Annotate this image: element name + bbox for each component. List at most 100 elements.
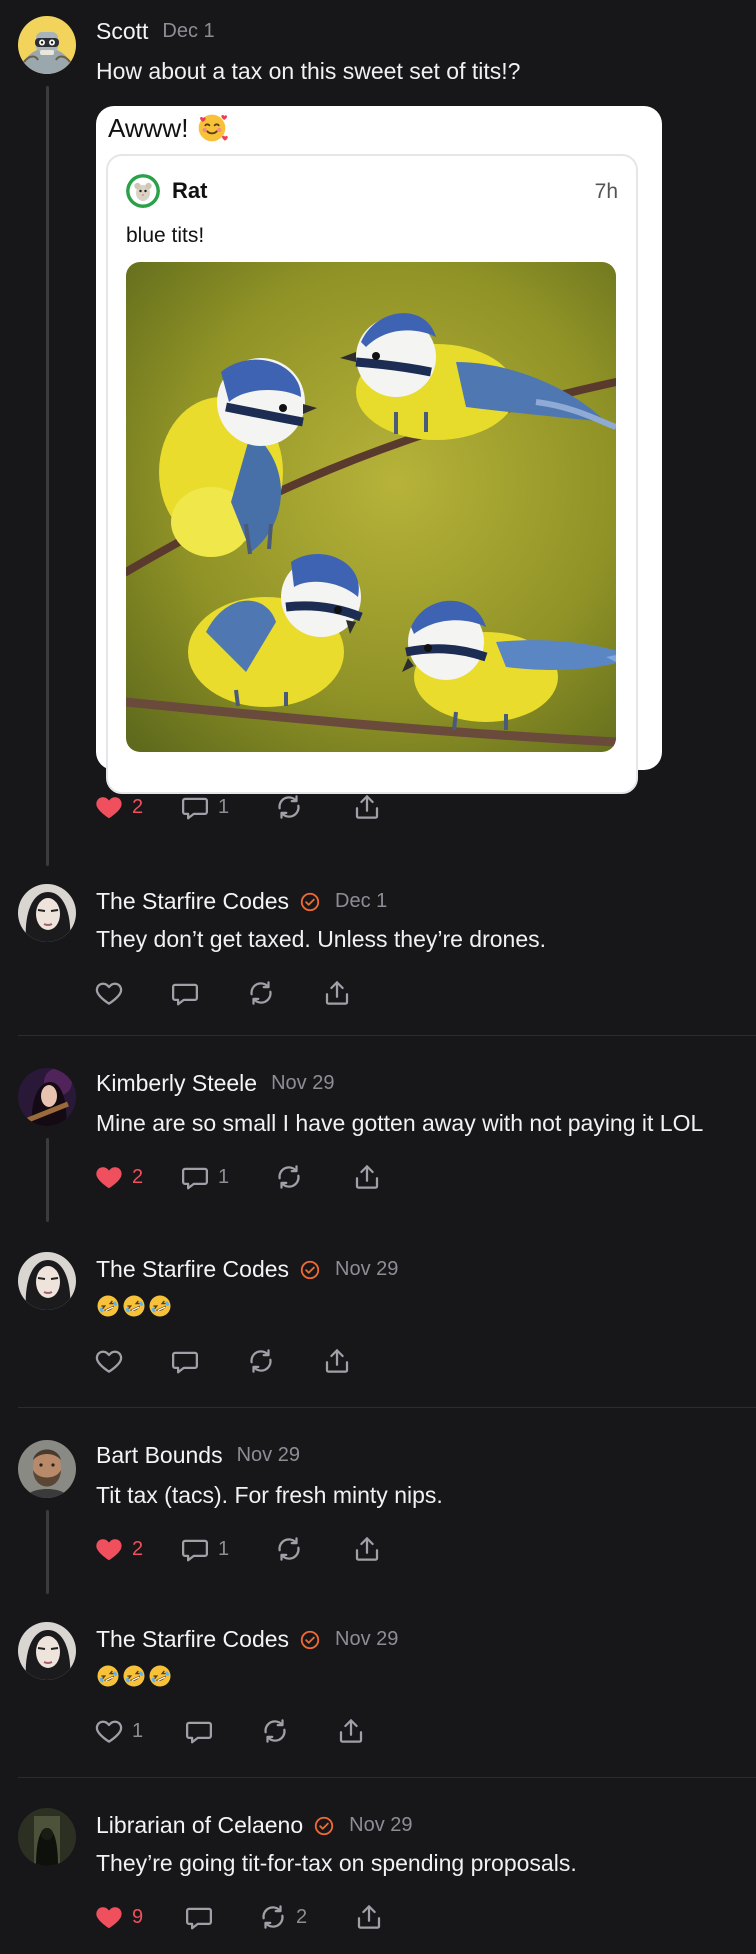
reply-button[interactable]	[184, 1900, 214, 1934]
like-button[interactable]: 2	[94, 790, 143, 824]
share-button[interactable]	[352, 1532, 382, 1566]
avatar-librarian[interactable]	[18, 1808, 76, 1866]
author-name[interactable]: Kimberly Steele	[96, 1070, 257, 1097]
share-button[interactable]	[322, 1344, 352, 1378]
share-upload-icon	[352, 1162, 382, 1192]
post-date[interactable]: Nov 29	[271, 1072, 334, 1095]
like-button[interactable]: 2	[94, 1160, 143, 1194]
like-button[interactable]: 2	[94, 1532, 143, 1566]
comment-bubble-icon	[180, 1162, 210, 1192]
like-button[interactable]	[94, 976, 124, 1010]
repost-arrows-icon	[260, 1716, 290, 1746]
like-count: 2	[132, 795, 144, 818]
repost-button[interactable]	[260, 1714, 290, 1748]
heart-filled-icon	[94, 792, 124, 822]
author-name[interactable]: Bart Bounds	[96, 1442, 223, 1469]
avatar-starfire[interactable]	[18, 1252, 76, 1310]
rolling-on-floor-laughing-icon	[148, 1294, 172, 1318]
author-name[interactable]: The Starfire Codes	[96, 1256, 289, 1283]
post-header: The Starfire Codes Dec 1	[96, 888, 387, 915]
post-text: They don’t get taxed. Unless they’re dro…	[96, 926, 547, 952]
like-button[interactable]: 1	[94, 1714, 143, 1748]
heart-filled-icon	[94, 1162, 124, 1192]
repost-button[interactable]	[274, 1160, 304, 1194]
repost-arrows-icon	[274, 1162, 304, 1192]
author-name[interactable]: Scott	[96, 18, 148, 45]
repost-button[interactable]	[246, 1344, 276, 1378]
post-date[interactable]: Nov 29	[349, 1814, 412, 1837]
heart-icon	[94, 1346, 124, 1376]
share-button[interactable]	[322, 976, 352, 1010]
rolling-on-floor-laughing-icon	[122, 1664, 146, 1688]
comment-bubble-icon	[184, 1716, 214, 1746]
post-date[interactable]: Nov 29	[335, 1258, 398, 1281]
repost-arrows-icon	[246, 1346, 276, 1376]
repost-button[interactable]: 2	[258, 1900, 307, 1934]
like-button[interactable]	[94, 1344, 124, 1378]
post-emoji	[96, 1294, 172, 1324]
thread-line	[46, 1138, 49, 1222]
repost-arrows-icon	[274, 792, 304, 822]
post-header: Librarian of Celaeno Nov 29	[96, 1812, 413, 1839]
like-count: 1	[132, 1719, 144, 1742]
blue-tits-photo	[126, 262, 616, 752]
avatar-starfire[interactable]	[18, 1622, 76, 1680]
avatar-starfire[interactable]	[18, 884, 76, 942]
reply-button[interactable]: 1	[180, 1160, 229, 1194]
rolling-on-floor-laughing-icon	[122, 1294, 146, 1318]
post-header: The Starfire Codes Nov 29	[96, 1256, 398, 1283]
post-scott: Scott Dec 1 How about a tax on this swee…	[0, 0, 756, 870]
share-button[interactable]	[354, 1900, 384, 1934]
post-date[interactable]: Dec 1	[162, 20, 214, 43]
reply-button[interactable]	[170, 1344, 200, 1378]
embedded-post[interactable]: Rat 7h blue tits!	[106, 154, 638, 794]
avatar-rat[interactable]	[126, 174, 160, 208]
share-upload-icon	[352, 1534, 382, 1564]
post-header: Scott Dec 1	[96, 18, 215, 45]
share-button[interactable]	[336, 1714, 366, 1748]
author-name[interactable]: The Starfire Codes	[96, 888, 289, 915]
author-name[interactable]: Librarian of Celaeno	[96, 1812, 303, 1839]
embedded-photo[interactable]	[126, 262, 616, 752]
share-button[interactable]	[352, 1160, 382, 1194]
post-text: Mine are so small I have gotten away wit…	[96, 1110, 704, 1136]
embedded-post-header: Rat	[126, 174, 207, 208]
post-date[interactable]: Dec 1	[335, 890, 387, 913]
reply-count: 1	[218, 1165, 230, 1188]
rolling-on-floor-laughing-emojis	[96, 1664, 172, 1688]
avatar-bart[interactable]	[18, 1440, 76, 1498]
rolling-on-floor-laughing-icon	[148, 1664, 172, 1688]
post-text: Tit tax (tacs). For fresh minty nips.	[96, 1482, 443, 1508]
share-button[interactable]	[352, 790, 382, 824]
quote-card[interactable]: Awww! Rat 7h blue tits!	[96, 106, 662, 794]
author-name[interactable]: The Starfire Codes	[96, 1626, 289, 1653]
robot-avatar-icon	[18, 16, 76, 74]
reply-count: 1	[218, 795, 230, 818]
repost-button[interactable]	[274, 790, 304, 824]
post-starfire-3: The Starfire Codes Nov 29 1	[0, 1594, 756, 1778]
heart-icon	[94, 1716, 124, 1746]
share-upload-icon	[352, 792, 382, 822]
heart-filled-icon	[94, 1902, 124, 1932]
thread-line	[46, 1510, 49, 1594]
embedded-post-text: blue tits!	[126, 224, 205, 247]
avatar-scott[interactable]	[18, 16, 76, 74]
woman-avatar-icon	[18, 1252, 76, 1310]
reply-button[interactable]	[184, 1714, 214, 1748]
post-date[interactable]: Nov 29	[237, 1444, 300, 1467]
dark-hooded-avatar-icon	[18, 1808, 76, 1866]
post-date[interactable]: Nov 29	[335, 1628, 398, 1651]
rolling-on-floor-laughing-emojis	[96, 1294, 172, 1318]
reply-button[interactable]: 1	[180, 1532, 229, 1566]
repost-button[interactable]	[274, 1532, 304, 1566]
reply-button[interactable]: 1	[180, 790, 229, 824]
woman-guitar-avatar-icon	[18, 1068, 76, 1126]
like-button[interactable]: 9	[94, 1900, 143, 1934]
repost-button[interactable]	[246, 976, 276, 1010]
embedded-post-time: 7h	[594, 180, 618, 203]
reply-button[interactable]	[170, 976, 200, 1010]
embedded-author-name[interactable]: Rat	[172, 178, 207, 204]
repost-arrows-icon	[246, 978, 276, 1008]
avatar-kimberly[interactable]	[18, 1068, 76, 1126]
like-count: 2	[132, 1537, 144, 1560]
